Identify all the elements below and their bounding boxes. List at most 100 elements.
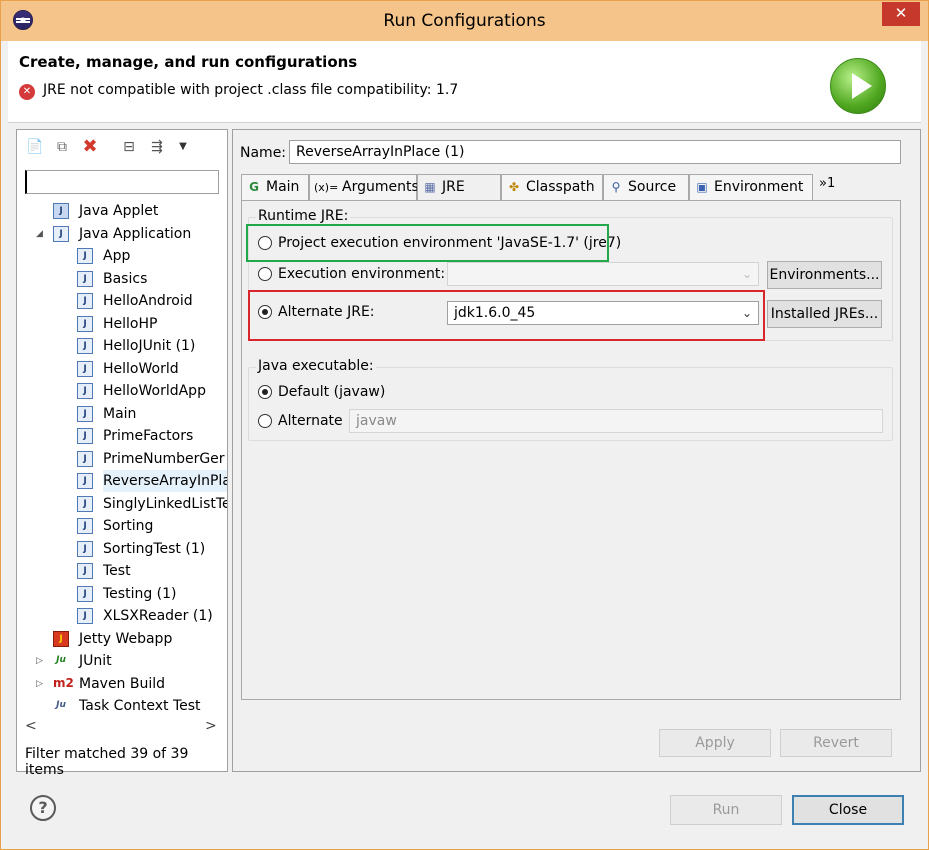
tree-item[interactable]: Ju Task Context Test [17, 695, 227, 716]
tab-source[interactable]: ⚲ Source [603, 174, 689, 200]
tree-item[interactable]: J ReverseArrayInPla [17, 470, 227, 492]
tree-item[interactable]: J Jetty Webapp [17, 628, 227, 650]
configuration-tree: J Java Applet ◢ J Java Application J App J Basic… [17, 200, 227, 716]
exec-env-select[interactable]: ⌄ [447, 262, 759, 286]
tab-environment-label: Environment [714, 179, 804, 195]
run-button[interactable]: Run [670, 795, 782, 825]
tree-item[interactable]: J HelloHP [17, 313, 227, 335]
tree-item[interactable]: J SinglyLinkedListTe [17, 493, 227, 515]
classpath-tab-icon: ✤ [508, 180, 520, 194]
tab-classpath[interactable]: ✤ Classpath [501, 174, 603, 200]
scroll-left-icon[interactable]: < [25, 718, 37, 734]
close-button[interactable]: Close [792, 795, 904, 825]
tree-item-label: Maven Build [79, 675, 166, 692]
alternate-exec-radio[interactable]: Alternate [258, 410, 348, 432]
java-class-icon: J [77, 473, 93, 489]
tree-item[interactable]: J PrimeNumberGer [17, 448, 227, 470]
tree-item[interactable]: J HelloAndroid [17, 290, 227, 312]
tree-item[interactable]: J Sorting [17, 515, 227, 537]
tree-item[interactable]: J Testing (1) [17, 583, 227, 605]
tree-item[interactable]: ▷ Ju JUnit [17, 650, 227, 672]
expand-arrow-icon[interactable]: ▷ [36, 673, 46, 695]
exec-env-label: Execution environment: [278, 266, 446, 282]
exec-env-radio[interactable]: Execution environment: [258, 263, 448, 285]
filter-icon[interactable]: ⇶ [148, 138, 166, 156]
arguments-tab-icon: (x)= [314, 181, 339, 194]
name-input[interactable]: ReverseArrayInPlace (1) [289, 140, 901, 164]
tree-item[interactable]: J HelloWorld [17, 358, 227, 380]
default-javaw-label: Default (javaw) [278, 384, 386, 400]
tree-item-label: Sorting [103, 518, 154, 534]
configuration-editor: Name: ReverseArrayInPlace (1) G Main (x)=… [232, 129, 921, 772]
scroll-right-icon[interactable]: > [205, 718, 217, 734]
tree-item[interactable]: ▷ m2 Maven Build [17, 673, 227, 695]
tree-item[interactable]: J SortingTest (1) [17, 538, 227, 560]
java-class-icon: J [77, 405, 93, 422]
java-class-icon: J [77, 450, 93, 467]
tree-item-label: JUnit [79, 653, 112, 669]
tab-jre[interactable]: ▦ JRE [417, 174, 501, 201]
tree-toolbar: 📄 ⧉ ✖ ⊟ ⇶ ▼ [17, 130, 227, 162]
tree-item[interactable]: J Test [17, 560, 227, 582]
environments-button[interactable]: Environments... [767, 261, 882, 289]
dialog-header: Create, manage, and run configurations ✕… [8, 41, 921, 123]
java-class-icon: J [77, 563, 93, 579]
expand-arrow-icon[interactable]: ▷ [36, 650, 46, 672]
tree-item[interactable]: J HelloJUnit (1) [17, 335, 227, 357]
filter-input[interactable] [25, 170, 219, 194]
tree-item-label: Task Context Test [79, 698, 201, 714]
apply-button[interactable]: Apply [659, 729, 771, 757]
collapse-all-icon[interactable]: ⊟ [120, 138, 138, 156]
tree-item-label: Testing (1) [103, 585, 177, 602]
java-class-icon: J [77, 293, 93, 309]
tree-item-label: Java Applet [79, 203, 159, 219]
tab-main[interactable]: G Main [241, 174, 309, 200]
tab-classpath-label: Classpath [526, 179, 595, 195]
installed-jres-button[interactable]: Installed JREs... [767, 300, 882, 328]
tree-item[interactable]: J Basics [17, 268, 227, 290]
tree-item-label: Jetty Webapp [79, 630, 173, 647]
task-context-icon: Ju [56, 700, 66, 710]
new-configuration-icon[interactable]: 📄 [26, 138, 44, 156]
tab-jre-label: JRE [442, 179, 465, 195]
tabs-overflow[interactable]: »1 [819, 176, 835, 191]
tree-item[interactable]: J XLSXReader (1) [17, 605, 227, 627]
alternate-exec-input[interactable]: javaw [349, 409, 883, 433]
tree-item-label: Java Application [79, 225, 192, 242]
error-icon: ✕ [19, 84, 35, 100]
java-class-icon: J [77, 270, 93, 287]
default-javaw-radio[interactable]: Default (javaw) [258, 381, 458, 403]
applet-icon: J [53, 203, 69, 219]
delete-icon[interactable]: ✖ [81, 138, 99, 156]
collapse-arrow-icon[interactable]: ◢ [36, 223, 46, 245]
tree-item-label: SinglyLinkedListTe [103, 495, 227, 512]
run-banner-icon [830, 58, 886, 114]
duplicate-icon[interactable]: ⧉ [53, 138, 71, 156]
exec-env-radio-button[interactable] [258, 267, 272, 281]
view-menu-chevron-icon[interactable]: ▼ [174, 138, 192, 156]
tree-item-label: Main [103, 405, 137, 422]
tree-item[interactable]: J Main [17, 403, 227, 425]
java-class-icon: J [77, 495, 93, 512]
alternate-exec-radio-button[interactable] [258, 414, 272, 428]
window-title: Run Configurations [383, 11, 546, 31]
tree-item[interactable]: J Java Applet [17, 200, 227, 222]
tree-item[interactable]: J PrimeFactors [17, 425, 227, 447]
tree-item-label: PrimeNumberGer [103, 450, 225, 467]
java-class-icon: J [77, 360, 93, 377]
tree-item[interactable]: ◢ J Java Application [17, 223, 227, 245]
window-close-button[interactable]: ✕ [882, 2, 920, 26]
tree-item[interactable]: J HelloWorldApp [17, 380, 227, 402]
java-class-icon: J [77, 540, 93, 557]
tab-environment[interactable]: ▣ Environment [689, 174, 813, 200]
default-javaw-radio-button[interactable] [258, 385, 272, 399]
java-class-icon: J [77, 315, 93, 332]
java-class-icon: J [77, 585, 93, 602]
help-icon[interactable]: ? [30, 795, 56, 821]
tab-arguments[interactable]: (x)= Arguments [309, 174, 419, 200]
tree-horizontal-scrollbar[interactable]: < > [25, 718, 219, 736]
revert-button[interactable]: Revert [780, 729, 892, 757]
tree-item[interactable]: J App [17, 245, 227, 267]
tree-item-label: App [103, 248, 131, 264]
tab-source-label: Source [628, 179, 677, 195]
